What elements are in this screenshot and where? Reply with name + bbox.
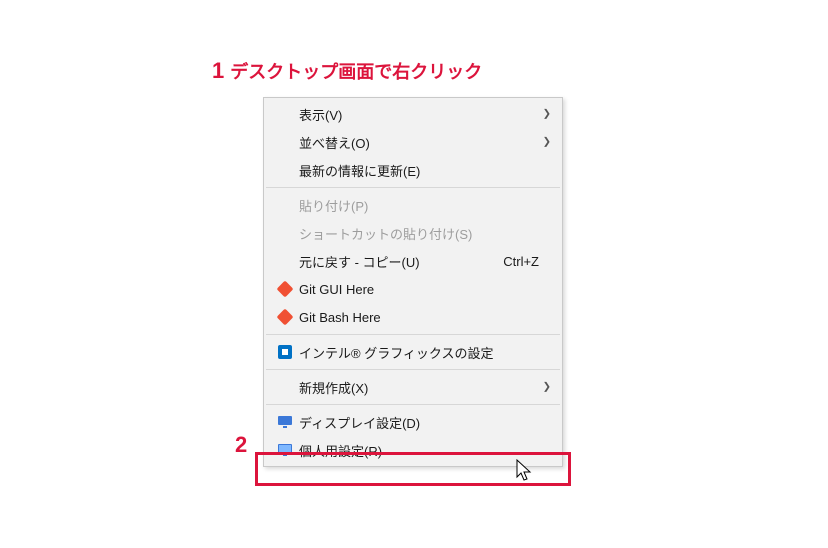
menu-item-refresh[interactable]: 最新の情報に更新(E)	[265, 156, 561, 184]
chevron-right-icon: ❯	[543, 137, 551, 148]
menu-separator	[266, 369, 560, 370]
menu-item-label: 元に戻す - コピー(U)	[297, 252, 503, 271]
menu-item-label: 表示(V)	[297, 105, 549, 124]
menu-separator	[266, 334, 560, 335]
menu-item-label: 貼り付け(P)	[297, 196, 549, 215]
menu-separator	[266, 404, 560, 405]
menu-item-paste: 貼り付け(P)	[265, 191, 561, 219]
menu-item-label: 新規作成(X)	[297, 378, 549, 397]
menu-item-paste-shortcut: ショートカットの貼り付け(S)	[265, 219, 561, 247]
chevron-right-icon: ❯	[543, 382, 551, 393]
menu-item-label: Git GUI Here	[297, 282, 549, 297]
git-icon	[273, 309, 297, 325]
menu-item-label: 並べ替え(O)	[297, 133, 549, 152]
annotation-1: 1 デスクトップ画面で右クリック	[212, 58, 482, 84]
annotation-2: 2	[235, 432, 247, 458]
menu-item-label: インテル® グラフィックスの設定	[297, 343, 549, 362]
menu-item-label: 最新の情報に更新(E)	[297, 161, 549, 180]
menu-item-new[interactable]: 新規作成(X) ❯	[265, 373, 561, 401]
menu-item-label: 個人用設定(R)	[297, 441, 549, 460]
annotation-2-number: 2	[235, 432, 247, 457]
git-icon	[273, 281, 297, 297]
menu-separator	[266, 187, 560, 188]
desktop-context-menu: 表示(V) ❯ 並べ替え(O) ❯ 最新の情報に更新(E) 貼り付け(P) ショ…	[263, 97, 563, 467]
menu-item-sort[interactable]: 並べ替え(O) ❯	[265, 128, 561, 156]
menu-item-display-settings[interactable]: ディスプレイ設定(D)	[265, 408, 561, 436]
menu-item-git-bash[interactable]: Git Bash Here	[265, 303, 561, 331]
intel-icon	[273, 344, 297, 360]
chevron-right-icon: ❯	[543, 109, 551, 120]
menu-item-view[interactable]: 表示(V) ❯	[265, 100, 561, 128]
monitor-icon	[273, 414, 297, 430]
menu-item-undo[interactable]: 元に戻す - コピー(U) Ctrl+Z	[265, 247, 561, 275]
menu-item-git-gui[interactable]: Git GUI Here	[265, 275, 561, 303]
menu-item-label: Git Bash Here	[297, 310, 549, 325]
menu-item-label: ディスプレイ設定(D)	[297, 413, 549, 432]
annotation-1-number: 1	[212, 58, 224, 84]
menu-item-personalize[interactable]: 個人用設定(R)	[265, 436, 561, 464]
menu-item-intel-graphics[interactable]: インテル® グラフィックスの設定	[265, 338, 561, 366]
menu-item-label: ショートカットの貼り付け(S)	[297, 224, 549, 243]
annotation-1-text: デスクトップ画面で右クリック	[230, 58, 482, 84]
menu-item-shortcut: Ctrl+Z	[503, 254, 539, 269]
personalize-icon	[273, 442, 297, 458]
